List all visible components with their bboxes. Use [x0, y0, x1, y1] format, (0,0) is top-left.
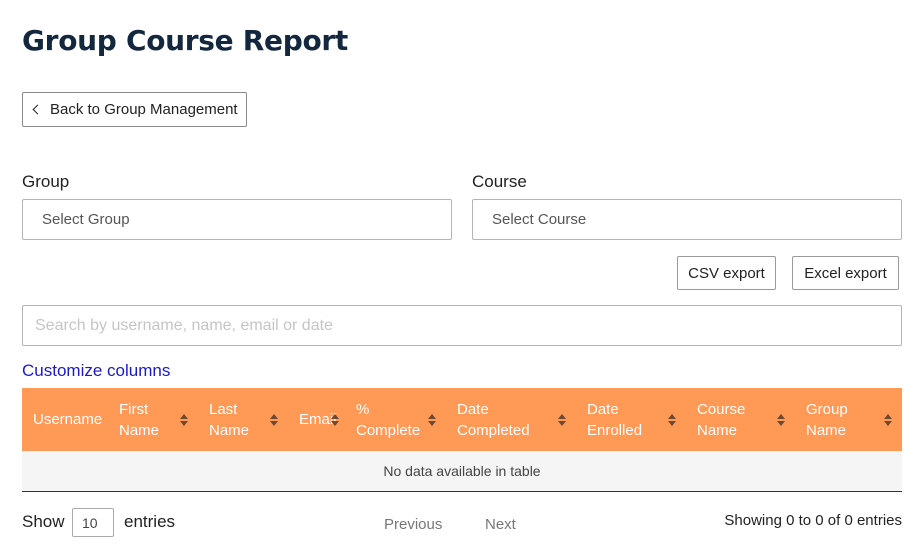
table-info: Showing 0 to 0 of 0 entries [724, 512, 902, 529]
search-input[interactable] [22, 305, 902, 346]
sort-icon [180, 413, 188, 426]
report-table: Username First Name Last Name Email % Compl… [22, 388, 902, 492]
group-label: Group [22, 172, 70, 191]
column-header-label: Date Enrolled [587, 400, 643, 439]
column-header-email[interactable]: Email [288, 388, 345, 451]
column-header-percent-complete[interactable]: % Complete [345, 388, 446, 451]
table-empty-row: No data available in table [22, 451, 902, 492]
column-header-label: % Complete [356, 400, 421, 439]
excel-export-button[interactable]: Excel export [792, 256, 899, 290]
page-title: Group Course Report [22, 24, 349, 57]
entries-label: entries [124, 512, 176, 531]
csv-export-button[interactable]: CSV export [677, 256, 776, 290]
sort-icon [428, 413, 436, 426]
column-header-label: Course Name [697, 400, 746, 439]
column-header-group-name[interactable]: Group Name [795, 388, 902, 451]
sort-icon [777, 413, 785, 426]
course-select-value: Select Course [492, 211, 587, 228]
back-button-label: Back to Group Management [50, 101, 238, 118]
course-label: Course [472, 172, 527, 191]
previous-page-button[interactable]: Previous [384, 516, 442, 533]
sort-icon [668, 413, 676, 426]
sort-icon [884, 413, 892, 426]
sort-icon [558, 413, 566, 426]
sort-icon [270, 413, 278, 426]
column-header-date-enrolled[interactable]: Date Enrolled [576, 388, 686, 451]
column-header-date-completed[interactable]: Date Completed [446, 388, 576, 451]
page-length-select[interactable]: 10 [72, 508, 114, 537]
column-header-last-name[interactable]: Last Name [198, 388, 288, 451]
column-header-label: First Name [119, 400, 160, 439]
column-header-username[interactable]: Username [22, 388, 108, 451]
course-select[interactable]: Select Course [472, 199, 902, 240]
empty-table-message: No data available in table [383, 463, 541, 479]
customize-columns-link[interactable]: Customize columns [22, 361, 170, 381]
column-header-label: Last Name [209, 400, 250, 439]
column-header-label: Username [33, 411, 103, 428]
next-page-button[interactable]: Next [485, 516, 516, 533]
column-header-first-name[interactable]: First Name [108, 388, 198, 451]
column-header-label: Group Name [806, 400, 848, 439]
column-header-course-name[interactable]: Course Name [686, 388, 795, 451]
group-select[interactable]: Select Group [22, 199, 452, 240]
chevron-left-icon [32, 104, 43, 115]
group-select-value: Select Group [42, 211, 130, 228]
table-header-row: Username First Name Last Name Email % Compl… [22, 388, 902, 451]
sort-icon [331, 413, 339, 426]
back-to-group-management-button[interactable]: Back to Group Management [22, 92, 247, 127]
show-label: Show [22, 512, 65, 531]
page-length-value: 10 [82, 514, 98, 531]
column-header-label: Date Completed [457, 400, 530, 439]
